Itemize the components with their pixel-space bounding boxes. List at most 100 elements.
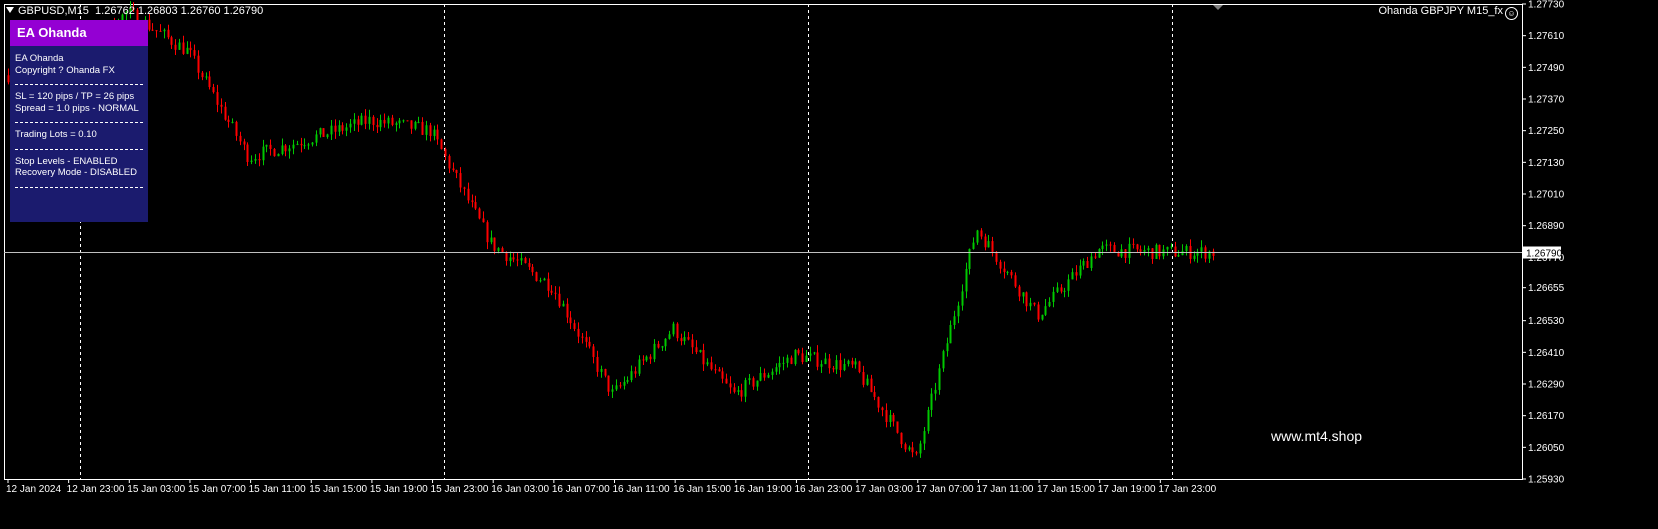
candle-bear xyxy=(474,202,477,209)
candle-bear xyxy=(531,266,534,273)
candle-bear xyxy=(512,257,515,260)
candle-bull xyxy=(178,42,181,50)
candle-bear xyxy=(695,347,698,353)
candle-bull xyxy=(908,447,911,450)
candle-bull xyxy=(1056,287,1059,292)
candle-bear xyxy=(1018,286,1021,297)
candle-bear xyxy=(790,357,793,364)
candle-bear xyxy=(892,414,895,422)
candle-bear xyxy=(657,343,660,348)
candle-bear xyxy=(984,236,987,248)
candle-bull xyxy=(626,380,629,382)
y-tick-label: 1.27250 xyxy=(1528,126,1565,137)
candle-bear xyxy=(702,350,705,365)
candle-bear xyxy=(718,369,721,372)
smiley-icon[interactable]: ☺ xyxy=(1505,7,1518,20)
candle-bear xyxy=(1060,287,1063,292)
y-tick-label: 1.27730 xyxy=(1528,0,1565,11)
candle-bull xyxy=(379,119,382,128)
candle-bull xyxy=(775,367,778,372)
candle-bull xyxy=(866,378,869,385)
candle-bull xyxy=(277,153,280,157)
candle-bull xyxy=(1082,261,1085,266)
candle-bear xyxy=(300,143,303,146)
price-chart[interactable]: 1.27730 1.27610 1.27490 1.27370 1.27250 1.271… xyxy=(0,0,1658,529)
candle-bear xyxy=(1033,302,1036,305)
candle-bear xyxy=(832,368,835,370)
candle-bull xyxy=(615,385,618,390)
candle-bull xyxy=(433,129,436,137)
candle-bull xyxy=(326,134,329,138)
candle-bear xyxy=(649,356,652,360)
candle-bear xyxy=(911,447,914,453)
dropdown-arrow-icon[interactable] xyxy=(6,7,14,13)
panel-lots: Trading Lots = 0.10 xyxy=(15,129,97,140)
panel-ea-name: EA Ohanda xyxy=(15,53,64,64)
candle-bear xyxy=(980,230,983,237)
candle-bull xyxy=(638,359,641,374)
candle-bear xyxy=(550,290,553,293)
x-tick-label: 17 Jan 07:00 xyxy=(916,484,974,495)
candle-bear xyxy=(376,124,379,128)
candle-bear xyxy=(733,387,736,392)
candle-bull xyxy=(683,337,686,342)
candle-bear xyxy=(547,278,550,291)
y-tick-label: 1.26530 xyxy=(1528,316,1565,327)
panel-sl-tp: SL = 120 pips / TP = 26 pips xyxy=(15,91,135,102)
x-tick-label: 16 Jan 03:00 xyxy=(491,484,549,495)
candle-bear xyxy=(1075,272,1078,276)
x-tick-label: 17 Jan 11:00 xyxy=(976,484,1034,495)
candle-bear xyxy=(258,159,261,161)
candle-bear xyxy=(1174,246,1177,257)
candle-bear xyxy=(896,421,899,433)
candle-bull xyxy=(1200,247,1203,252)
candle-bear xyxy=(577,328,580,337)
y-tick-label: 1.27130 xyxy=(1528,158,1565,169)
candle-bull xyxy=(303,145,306,147)
candle-bull xyxy=(968,248,971,269)
candle-bear xyxy=(607,375,610,392)
candle-bull xyxy=(938,368,941,390)
candle-bull xyxy=(965,268,968,292)
candle-bull xyxy=(930,393,933,410)
candle-bear xyxy=(269,144,272,149)
candle-bull xyxy=(1071,272,1074,280)
candle-bull xyxy=(1101,245,1104,250)
candle-bear xyxy=(740,390,743,397)
candle-bear xyxy=(729,383,732,388)
candle-bear xyxy=(619,385,622,387)
candle-bear xyxy=(1010,271,1013,276)
candle-bull xyxy=(497,248,500,251)
candle-bear xyxy=(870,378,873,393)
candle-bull xyxy=(854,361,857,365)
candle-bear xyxy=(493,237,496,251)
candle-bull xyxy=(1181,251,1184,256)
candle-bull xyxy=(805,355,808,362)
candle-bull xyxy=(653,343,656,360)
candle-bear xyxy=(885,410,888,423)
candle-bull xyxy=(1098,249,1101,258)
candle-bear xyxy=(243,141,246,145)
candle-bull xyxy=(767,374,770,378)
candle-bull xyxy=(623,381,626,386)
candle-bear xyxy=(554,292,557,294)
candle-bear xyxy=(322,128,325,138)
candle-bear xyxy=(284,145,287,152)
ohlc-values: 1.26762 1.26803 1.26760 1.26790 xyxy=(95,5,264,17)
candle-bear xyxy=(714,369,717,371)
candle-bear xyxy=(566,303,569,318)
candle-bear xyxy=(471,200,474,203)
chart-canvas[interactable]: 1.27730 1.27610 1.27490 1.27370 1.27250 1.271… xyxy=(0,0,1658,529)
candle-bull xyxy=(813,352,816,354)
panel-stop-levels: Stop Levels - ENABLED xyxy=(15,155,118,167)
expert-advisor-label[interactable]: Ohanda GBPJPY M15_fx ☺ xyxy=(1378,5,1518,20)
candle-bull xyxy=(1090,256,1093,269)
candle-bear xyxy=(524,258,527,264)
candle-bull xyxy=(387,117,390,124)
candle-bear xyxy=(877,396,880,408)
candle-bull xyxy=(292,144,295,149)
candle-bear xyxy=(585,337,588,342)
candle-bull xyxy=(972,242,975,249)
candle-bear xyxy=(208,76,211,88)
x-tick-label: 16 Jan 07:00 xyxy=(552,484,610,495)
